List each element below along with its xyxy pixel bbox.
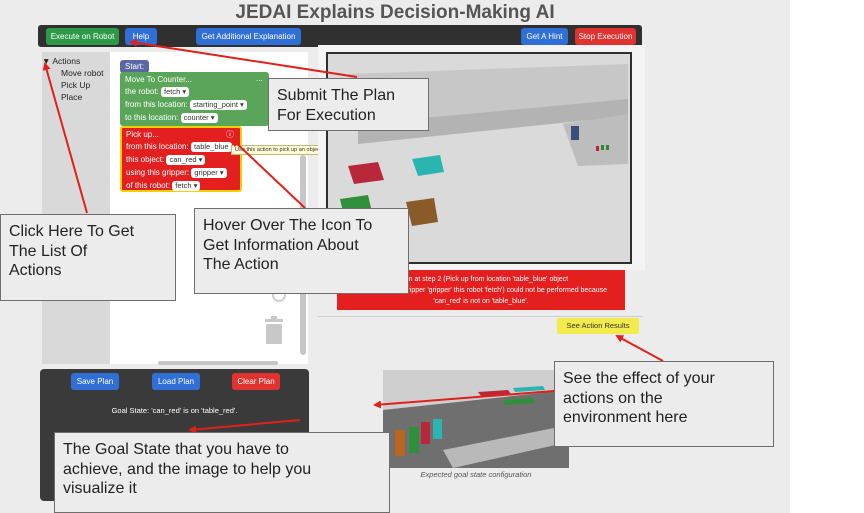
execute-on-robot-button[interactable]: Execute on Robot	[46, 28, 119, 45]
move-to-counter-block[interactable]: Move To Counter... ... the robot: fetch …	[120, 72, 269, 126]
actions-category-label: Actions	[52, 56, 81, 66]
table-red	[348, 162, 384, 184]
pick-object-label: this object:	[126, 155, 165, 164]
stop-execution-button[interactable]: Stop Execution	[575, 28, 636, 45]
divider	[318, 316, 643, 317]
pick-object-dropdown[interactable]: can_red ▾	[166, 155, 206, 165]
see-action-results-button[interactable]: See Action Results	[557, 318, 639, 334]
from-location-label: from this location:	[125, 100, 188, 109]
goal-state-image	[383, 370, 569, 468]
pick-from-label: from this location:	[126, 142, 189, 151]
move-block-menu-icon[interactable]: ...	[256, 74, 263, 83]
pick-block-title: Pick up...	[126, 130, 159, 139]
robot-model	[571, 126, 579, 140]
trash-icon[interactable]	[264, 316, 284, 344]
info-icon[interactable]: ⓘ	[226, 129, 234, 140]
callout-line: See the effect of your	[563, 370, 715, 387]
callout-line: For Execution	[277, 106, 376, 124]
pick-from-dropdown[interactable]: table_blue	[190, 142, 232, 152]
load-plan-button[interactable]: Load Plan	[152, 373, 200, 390]
pick-gripper-dropdown[interactable]: gripper ▾	[191, 168, 227, 178]
callout-submit-plan: Submit The Plan For Execution	[268, 78, 429, 131]
callout-line: visualize it	[63, 480, 137, 497]
callout-line: The Action	[203, 256, 279, 273]
callout-line: Actions	[9, 262, 62, 279]
pick-gripper-label: using this gripper:	[126, 168, 190, 177]
callout-line: actions on the	[563, 389, 663, 407]
workspace-horizontal-scrollbar[interactable]	[158, 361, 278, 365]
pick-robot-label: of this robot:	[126, 181, 171, 190]
from-location-dropdown[interactable]: starting_point ▾	[189, 100, 247, 110]
callout-line: Submit The Plan	[277, 87, 395, 104]
goal-image-caption: Expected goal state configuration	[420, 470, 532, 479]
callout-actions-list: Click Here To Get The List Of Actions	[0, 214, 176, 301]
to-location-dropdown[interactable]: counter ▾	[180, 113, 218, 123]
callout-line: Click Here To Get	[9, 223, 135, 240]
page-margin	[790, 0, 864, 513]
help-button[interactable]: Help	[125, 28, 157, 45]
jedai-screen: JEDAI Explains Decision-Making AI Execut…	[0, 0, 864, 513]
pick-up-block[interactable]: Pick up... ⓘ from this location: table_b…	[120, 126, 242, 192]
callout-goal-state: The Goal State that you have to achieve,…	[54, 432, 390, 513]
actions-tree: ▼ Actions Move robot Pick Up Place	[42, 55, 104, 103]
robot-label: the robot:	[125, 87, 159, 96]
goal-state-text: Goal State: 'can_red' is on 'table_red'.	[111, 406, 238, 415]
error-line-3: 'can_red' is not on 'table_blue'.	[433, 298, 529, 305]
callout-line: achieve, and the image to help you	[63, 460, 312, 478]
pick-robot-dropdown[interactable]: fetch ▾	[172, 181, 201, 191]
get-a-hint-button[interactable]: Get A Hint	[521, 28, 568, 45]
toolbox-item-pick-up[interactable]: Pick Up	[42, 79, 104, 91]
callout-line: environment here	[563, 409, 688, 426]
move-block-title: Move To Counter...	[125, 75, 192, 84]
callout-line: Get Information About	[203, 236, 359, 254]
callout-line: The List Of	[9, 242, 88, 260]
callout-line: Hover Over The Icon To	[203, 217, 373, 234]
robot-dropdown[interactable]: fetch ▾	[161, 87, 190, 97]
to-location-label: to this location:	[125, 113, 179, 122]
get-additional-explanation-button[interactable]: Get Additional Explanation	[196, 28, 301, 45]
arrow-to-results	[615, 335, 664, 362]
actions-category[interactable]: ▼ Actions	[42, 55, 104, 67]
toolbox-item-move-robot[interactable]: Move robot	[42, 67, 104, 79]
callout-hover-icon: Hover Over The Icon To Get Information A…	[194, 208, 409, 294]
page-title: JEDAI Explains Decision-Making AI	[235, 2, 555, 23]
save-plan-button[interactable]: Save Plan	[71, 373, 119, 390]
clear-plan-button[interactable]: Clear Plan	[232, 373, 280, 390]
callout-see-effect: See the effect of your actions on the en…	[554, 361, 774, 447]
caret-down-icon[interactable]: ▼	[42, 56, 50, 66]
callout-line: The Goal State that you have to	[63, 441, 289, 458]
toolbox-item-place[interactable]: Place	[42, 91, 104, 103]
